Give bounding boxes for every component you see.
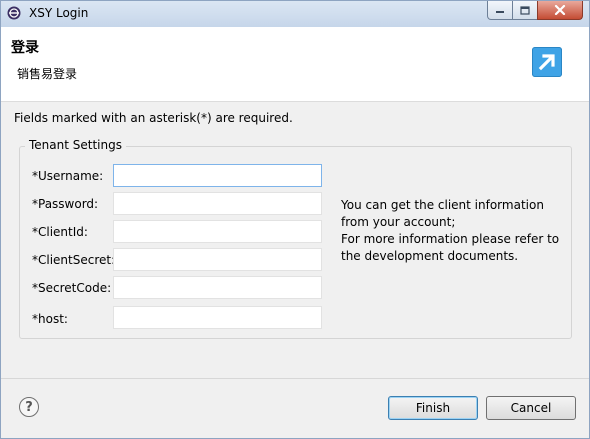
login-dialog-window: XSY Login 登录 销售易登录 Fields marked with an… bbox=[0, 0, 590, 439]
title-bar[interactable]: XSY Login bbox=[1, 1, 589, 27]
minimize-icon bbox=[496, 11, 504, 13]
finish-button[interactable]: Finish bbox=[388, 396, 478, 420]
clientid-input[interactable] bbox=[113, 220, 322, 243]
eclipse-app-icon bbox=[7, 6, 21, 20]
info-line: For more information please refer to bbox=[341, 232, 560, 246]
secretcode-label: *SecretCode: bbox=[32, 281, 112, 295]
clientsecret-input[interactable] bbox=[113, 248, 322, 271]
page-title: 登录 bbox=[11, 40, 39, 56]
close-button[interactable] bbox=[537, 1, 583, 20]
info-line: You can get the client information bbox=[341, 198, 544, 212]
secretcode-input[interactable] bbox=[113, 276, 322, 299]
wizard-header: 登录 销售易登录 bbox=[1, 27, 589, 102]
maximize-button[interactable] bbox=[512, 1, 538, 20]
question-icon: ? bbox=[25, 399, 33, 415]
cancel-button[interactable]: Cancel bbox=[486, 396, 576, 420]
password-input[interactable] bbox=[113, 192, 322, 215]
client-info-text: You can get the client information from … bbox=[341, 197, 571, 265]
clientsecret-label: *ClientSecret: bbox=[32, 253, 116, 267]
required-note: Fields marked with an asterisk(*) are re… bbox=[14, 111, 293, 125]
username-label: *Username: bbox=[32, 169, 104, 183]
window-title: XSY Login bbox=[29, 6, 89, 20]
info-line: the development documents. bbox=[341, 249, 519, 263]
help-button[interactable]: ? bbox=[19, 397, 39, 417]
clientid-label: *ClientId: bbox=[32, 225, 88, 239]
page-description: 销售易登录 bbox=[17, 67, 78, 81]
group-title: Tenant Settings bbox=[25, 138, 126, 152]
host-label: *host: bbox=[32, 312, 68, 326]
close-icon bbox=[554, 5, 566, 15]
maximize-icon bbox=[520, 5, 530, 15]
username-input[interactable] bbox=[113, 164, 322, 187]
minimize-button[interactable] bbox=[487, 1, 513, 20]
host-input[interactable] bbox=[113, 306, 322, 329]
wizard-arrow-icon bbox=[532, 47, 562, 77]
info-line: from your account; bbox=[341, 215, 456, 229]
password-label: *Password: bbox=[32, 197, 99, 211]
footer-divider bbox=[1, 378, 589, 379]
